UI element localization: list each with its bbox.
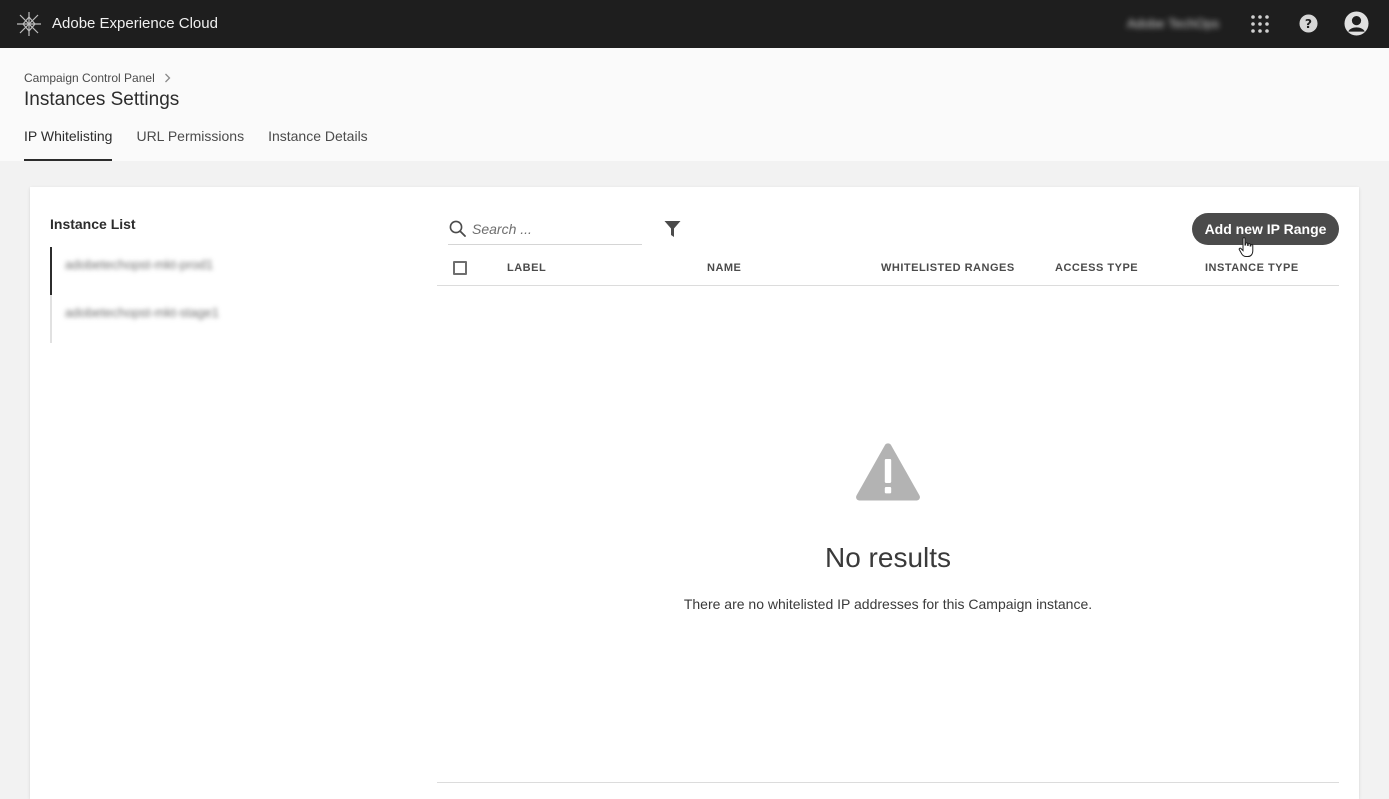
instance-item[interactable]: adobetechopst-mkt-prod1	[50, 247, 240, 295]
empty-state-message: There are no whitelisted IP addresses fo…	[683, 596, 1093, 612]
app-title[interactable]: Adobe Experience Cloud	[52, 15, 218, 32]
instance-item[interactable]: adobetechopst-mkt-stage1	[50, 295, 240, 343]
search-input[interactable]	[472, 218, 637, 240]
adobe-logo-icon[interactable]	[16, 11, 42, 37]
add-ip-range-button[interactable]: Add new IP Range	[1192, 213, 1339, 245]
instance-list-title: Instance List	[50, 216, 136, 232]
empty-state-title: No results	[824, 542, 952, 573]
alert-icon	[856, 443, 920, 501]
tab-ip-whitelisting[interactable]: IP Whitelisting	[24, 128, 113, 161]
instance-item-label: adobetechopst-mkt-stage1	[65, 305, 219, 320]
column-header-whitelisted-ranges[interactable]: WHITELISTED RANGES	[881, 262, 1015, 274]
breadcrumb: Campaign Control Panel	[24, 71, 171, 85]
help-icon[interactable]: ?	[1299, 14, 1318, 33]
column-header-access-type[interactable]: ACCESS TYPE	[1055, 262, 1138, 274]
instance-list: adobetechopst-mkt-prod1 adobetechopst-mk…	[50, 247, 240, 343]
top-shell-bar: Adobe Experience Cloud Adobe TechOps ?	[0, 0, 1389, 48]
search-icon	[449, 220, 466, 237]
apps-grid-icon[interactable]	[1251, 15, 1269, 33]
column-header-label[interactable]: LABEL	[507, 262, 546, 274]
table-header: LABEL NAME WHITELISTED RANGES ACCESS TYP…	[437, 252, 1339, 286]
column-header-instance-type[interactable]: INSTANCE TYPE	[1205, 262, 1299, 274]
chevron-right-icon	[164, 73, 171, 83]
svg-text:?: ?	[1305, 17, 1312, 31]
table-bottom-divider	[437, 782, 1339, 783]
tab-url-permissions[interactable]: URL Permissions	[136, 128, 244, 161]
main-card: Instance List adobetechopst-mkt-prod1 ad…	[30, 187, 1359, 799]
page-title: Instances Settings	[24, 89, 180, 110]
user-avatar-icon[interactable]	[1344, 11, 1369, 36]
search-field	[448, 213, 642, 245]
org-switcher[interactable]: Adobe TechOps	[1127, 16, 1219, 31]
filter-icon[interactable]	[664, 220, 681, 238]
page-header: Campaign Control Panel Instances Setting…	[0, 48, 1389, 161]
instance-item-label: adobetechopst-mkt-prod1	[65, 257, 214, 272]
select-all-checkbox[interactable]	[453, 261, 467, 275]
column-header-name[interactable]: NAME	[707, 262, 741, 274]
tab-instance-details[interactable]: Instance Details	[268, 128, 368, 161]
tab-bar: IP Whitelisting URL Permissions Instance…	[24, 128, 392, 161]
breadcrumb-link[interactable]: Campaign Control Panel	[24, 71, 155, 85]
